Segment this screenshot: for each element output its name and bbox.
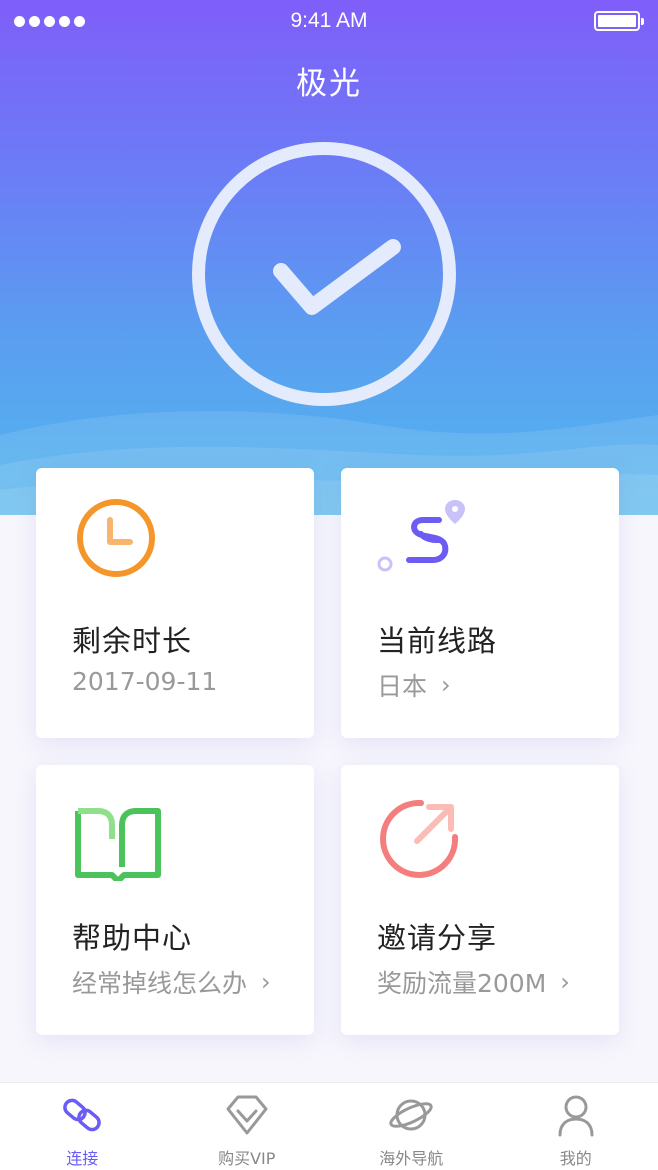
card-invite-share[interactable]: 邀请分享 奖励流量200M › — [341, 765, 619, 1035]
status-time: 9:41 AM — [290, 9, 368, 32]
route-value: 日本 — [377, 672, 428, 701]
card-help-center[interactable]: 帮助中心 经常掉线怎么办 › — [36, 765, 314, 1035]
chevron-right-icon: › — [441, 671, 451, 699]
route-icon — [377, 500, 465, 572]
card-title: 当前线路 — [377, 624, 498, 658]
tab-label: 连接 — [66, 1149, 99, 1168]
planet-icon — [389, 1099, 433, 1131]
link-icon — [63, 1098, 102, 1132]
tab-mine[interactable]: 我的 — [494, 1083, 658, 1170]
card-current-route[interactable]: 当前线路 日本 › — [341, 468, 619, 738]
tab-label: 海外导航 — [379, 1149, 444, 1168]
chevron-right-icon: › — [261, 968, 271, 996]
card-remaining-time[interactable]: 剩余时长 2017-09-11 — [36, 468, 314, 738]
battery-icon — [594, 11, 644, 31]
tab-overseas-nav[interactable]: 海外导航 — [329, 1083, 494, 1170]
clock-icon — [77, 499, 155, 577]
reward-text: 奖励流量200M — [377, 969, 547, 998]
remaining-date: 2017-09-11 — [72, 667, 218, 696]
tab-label: 我的 — [559, 1149, 592, 1168]
card-title: 邀请分享 — [377, 921, 498, 955]
book-icon — [75, 808, 161, 881]
card-title: 帮助中心 — [72, 921, 193, 955]
chevron-right-icon: › — [560, 968, 570, 996]
card-subtitle: 奖励流量200M › — [377, 964, 570, 1000]
tab-buy-vip[interactable]: 购买VIP — [165, 1083, 330, 1170]
user-icon — [558, 1095, 594, 1137]
card-subtitle: 2017-09-11 — [72, 667, 217, 696]
diamond-icon — [226, 1095, 268, 1135]
status-bar: 9:41 AM — [0, 0, 658, 42]
tab-connect[interactable]: 连接 — [0, 1083, 165, 1170]
card-subtitle: 经常掉线怎么办 › — [72, 964, 271, 1000]
card-title: 剩余时长 — [72, 624, 193, 658]
card-subtitle: 日本 › — [377, 667, 451, 703]
check-icon — [273, 239, 401, 315]
connect-button[interactable] — [192, 142, 456, 406]
help-question: 经常掉线怎么办 — [72, 969, 248, 998]
share-icon — [380, 799, 459, 878]
tab-label: 购买VIP — [218, 1149, 276, 1168]
page-title: 极光 — [296, 66, 362, 102]
tab-bar: 连接 购买VIP 海外导航 我的 — [0, 1082, 658, 1170]
